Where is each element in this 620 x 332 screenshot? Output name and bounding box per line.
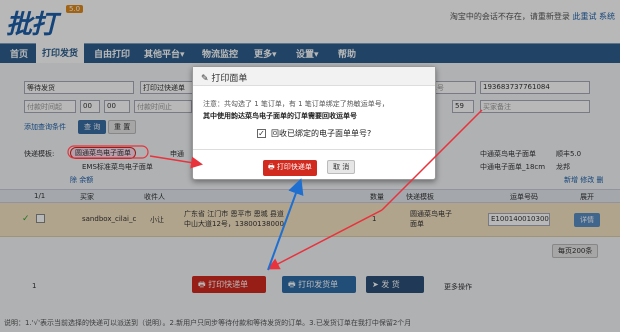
arrow-remark-line: [381, 109, 483, 211]
arrow-express-to-dialog: [149, 155, 203, 169]
arrow-print-to-dialog: [267, 178, 304, 271]
highlight-express-circle: [67, 145, 149, 159]
annotation-arrows: [67, 109, 483, 271]
